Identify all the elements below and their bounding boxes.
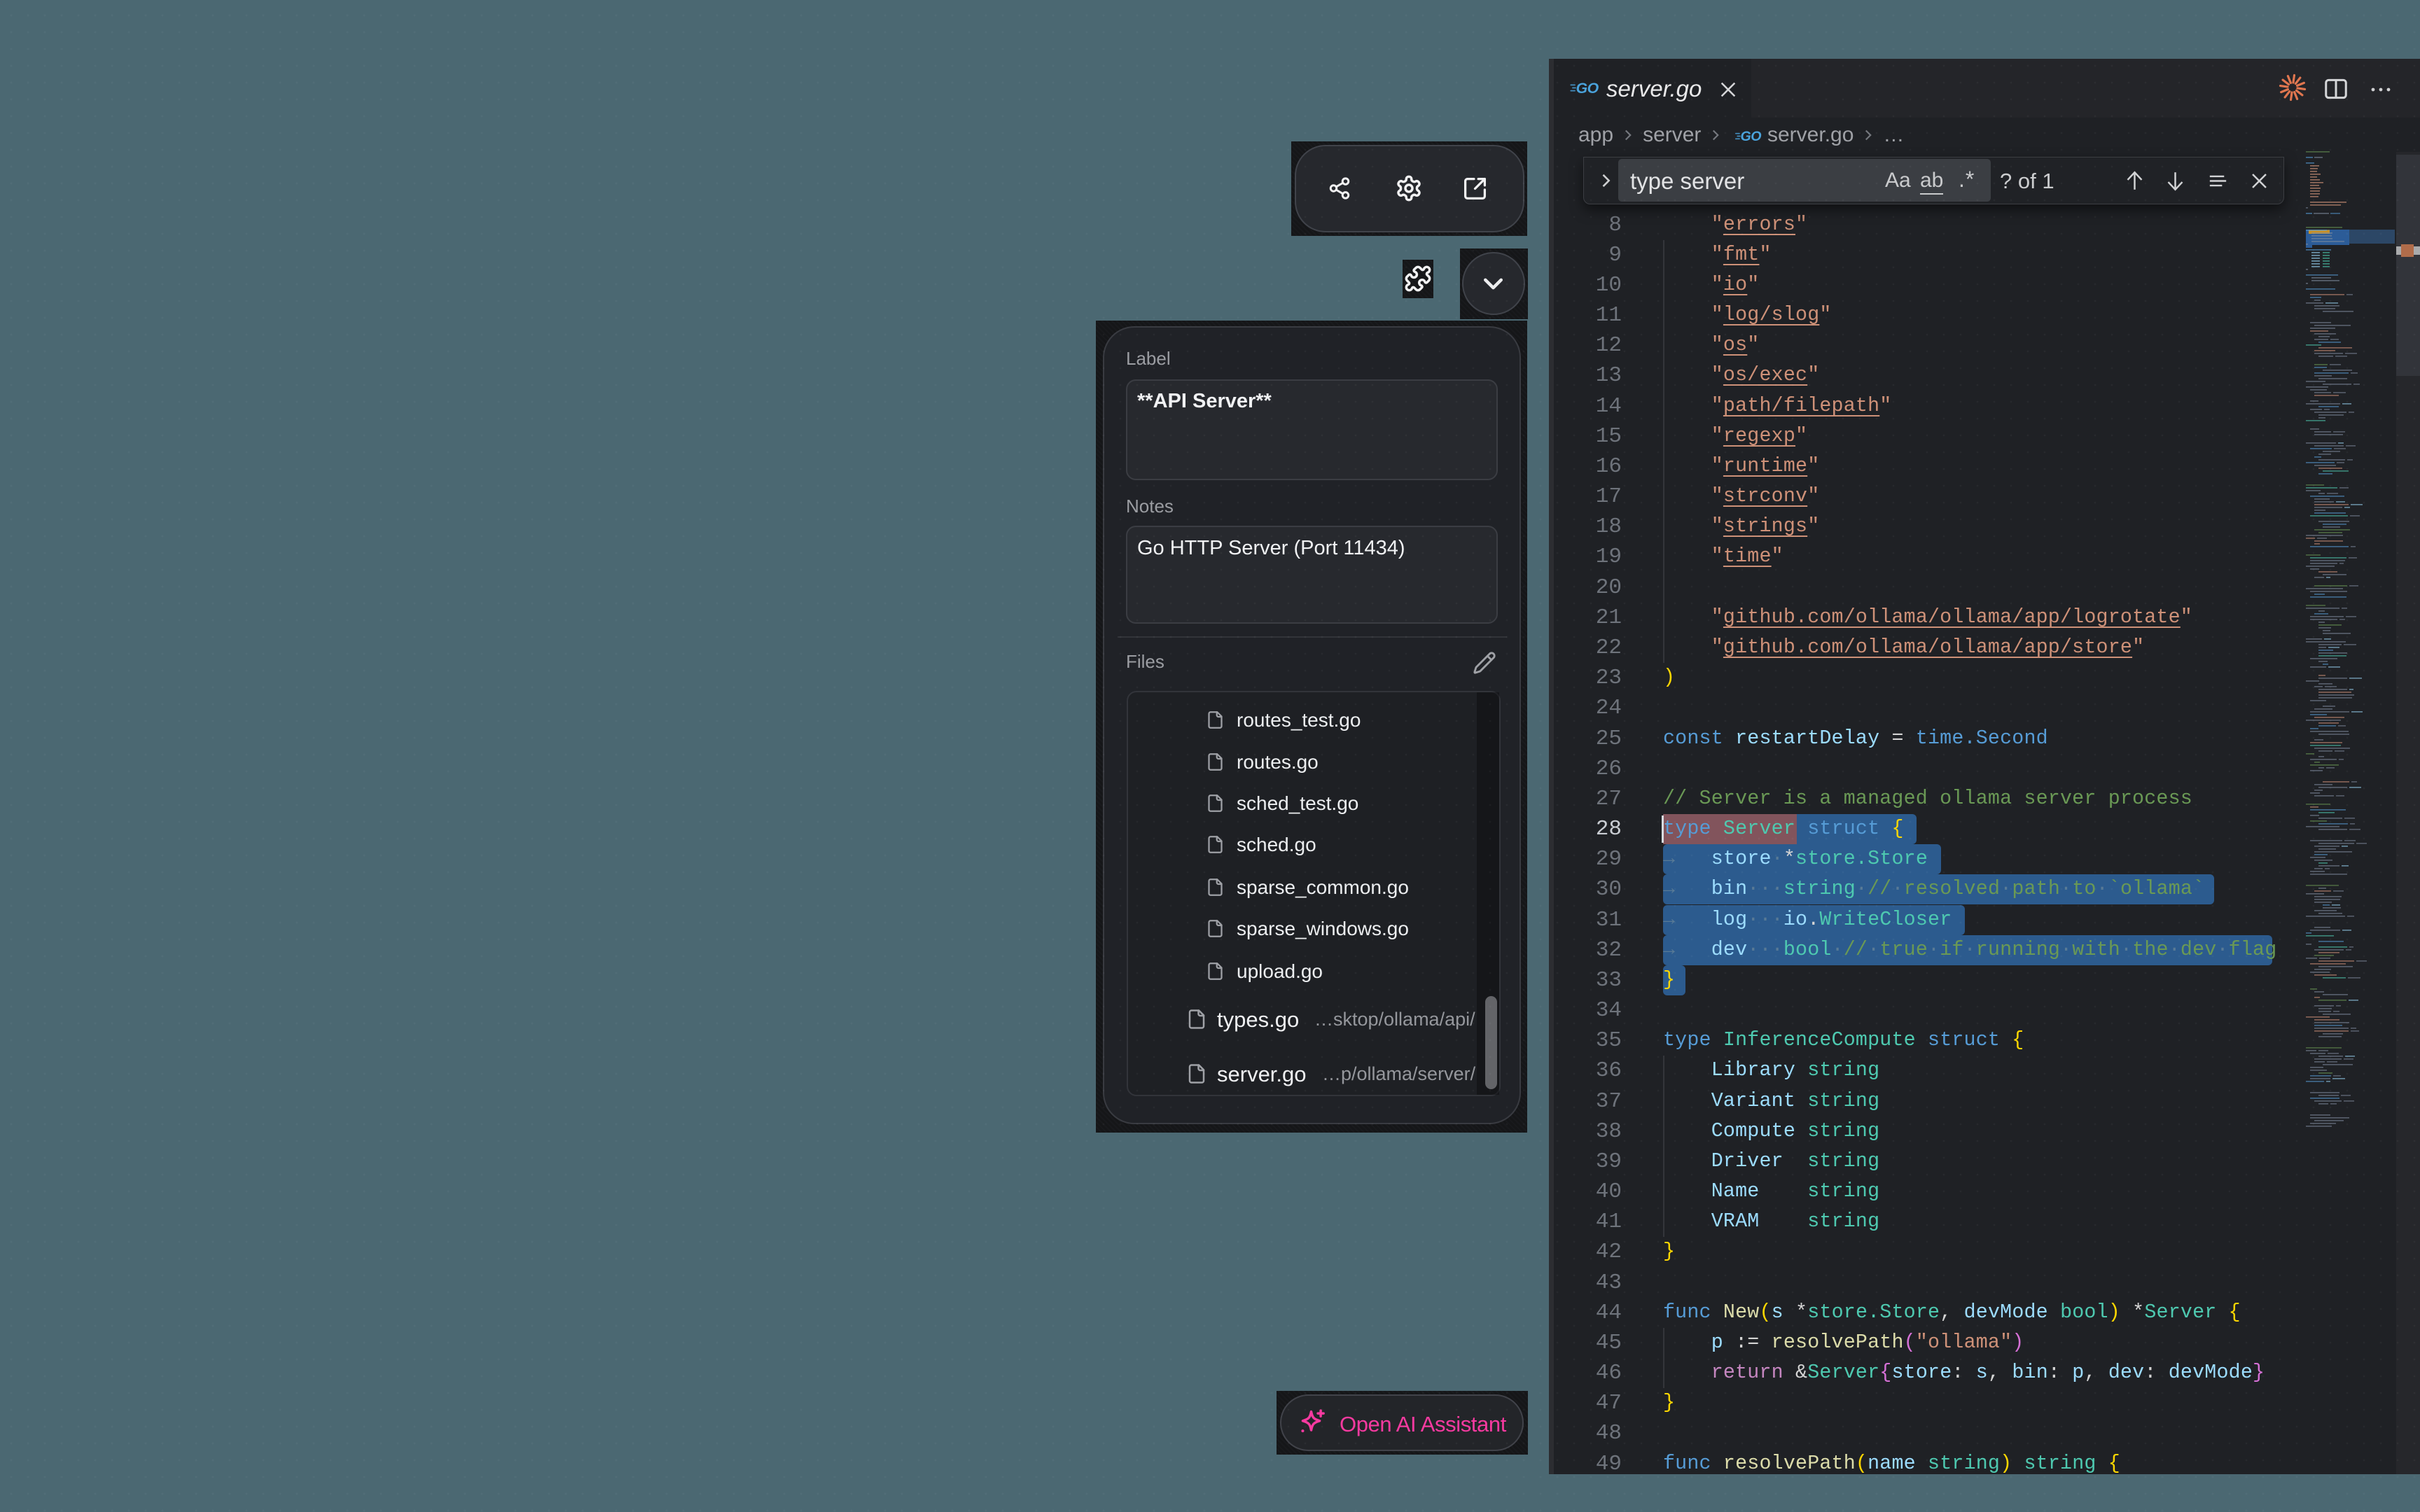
svg-text:GO: GO: [1740, 129, 1761, 144]
svg-text:GO: GO: [1576, 80, 1599, 97]
